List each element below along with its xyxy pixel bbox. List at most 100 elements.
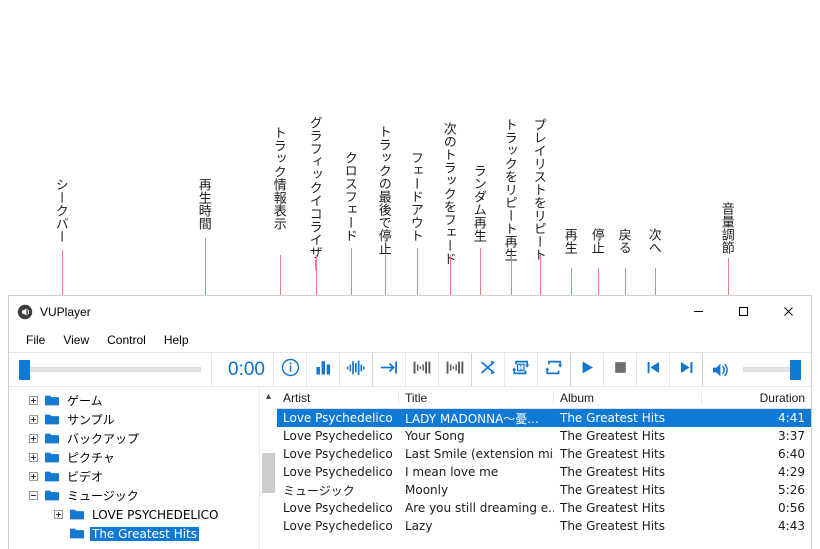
tree-item[interactable]: ピクチャ — [9, 448, 259, 467]
tree-item[interactable]: The Greatest Hits — [9, 524, 259, 543]
cell-artist: ミュージック — [283, 483, 355, 498]
stop-at-track-end-button[interactable] — [373, 353, 406, 386]
annotation-8: ランダム再生 — [470, 164, 486, 242]
stop-icon — [612, 359, 629, 381]
cell-title: Lazy — [405, 519, 433, 533]
scroll-up-arrow[interactable]: ▲ — [260, 389, 277, 403]
menu-help[interactable]: Help — [155, 330, 198, 350]
collapse-icon[interactable] — [29, 491, 38, 500]
crossfade-button[interactable] — [340, 353, 373, 386]
table-row[interactable]: Love Psychedelico I mean love me The Great… — [277, 463, 811, 481]
screenshot-root: シークバー 再生時間 トラック情報表示 グラフィックイコライザー クロスフェード トラック… — [0, 0, 820, 549]
equalizer-icon — [314, 358, 333, 382]
cell-duration: 4:43 — [778, 519, 805, 533]
annotation-leader-line — [450, 255, 451, 295]
annotation-15: 音量調節 — [718, 202, 734, 254]
tree-item[interactable]: LOVE PSYCHEDELICO — [9, 505, 259, 524]
close-button[interactable] — [766, 296, 811, 327]
cell-album: The Greatest Hits — [560, 483, 666, 497]
table-row[interactable]: Love Psychedelico Lazy The Greatest Hits 4:… — [277, 517, 811, 535]
column-header-duration[interactable]: Duration — [702, 391, 811, 405]
maximize-button[interactable] — [721, 296, 766, 327]
annotation-label: 再生時間 — [195, 178, 211, 230]
column-header-title[interactable]: Title — [399, 390, 554, 405]
vuplayer-window: VUPlayer File View Control Help 0:00 1 ゲ… — [8, 295, 812, 549]
tree-item[interactable]: サンプル — [9, 410, 259, 429]
stop-button[interactable] — [604, 353, 637, 386]
cell-album: The Greatest Hits — [560, 447, 666, 461]
tree-item[interactable]: ゲーム — [9, 391, 259, 410]
menu-control[interactable]: Control — [98, 330, 155, 350]
tree-item[interactable]: ビデオ — [9, 467, 259, 486]
table-row[interactable]: Love Psychedelico Your Song The Greatest H… — [277, 427, 811, 445]
column-header-album[interactable]: Album — [554, 390, 702, 405]
tree-item[interactable]: ミュージック — [9, 486, 259, 505]
cell-album: The Greatest Hits — [560, 429, 666, 443]
previous-icon — [645, 359, 662, 381]
menu-file[interactable]: File — [17, 330, 54, 350]
annotation-label: ランダム再生 — [470, 164, 486, 242]
next-button[interactable] — [670, 353, 703, 386]
repeat-playlist-button[interactable] — [538, 353, 571, 386]
column-header-artist[interactable]: Artist — [277, 390, 399, 405]
folder-tree[interactable]: ゲーム サンプル バックアップ ピクチャ ビデオ ミュージック LOVE PSYCHEDEL… — [9, 387, 259, 549]
table-row[interactable]: ミュージック Moonly The Greatest Hits 5:26 — [277, 481, 811, 499]
annotation-leader-line — [351, 248, 352, 295]
volume-slider-thumb[interactable] — [790, 359, 801, 380]
annotation-label: トラックの最後で停止 — [375, 125, 391, 255]
annotation-label: 音量調節 — [718, 202, 734, 254]
expand-icon[interactable] — [29, 472, 38, 481]
fade-out-icon — [412, 358, 432, 382]
folder-icon — [70, 509, 84, 520]
previous-button[interactable] — [637, 353, 670, 386]
play-icon — [579, 359, 596, 381]
expand-icon[interactable] — [54, 510, 63, 519]
fade-to-next-button[interactable] — [439, 353, 472, 386]
table-row[interactable]: Love Psychedelico LADY MADONNA〜憂... The Gr… — [277, 409, 811, 427]
fade-out-button[interactable] — [406, 353, 439, 386]
window-title: VUPlayer — [40, 304, 91, 319]
table-row[interactable]: Love Psychedelico Are you still dreaming … — [277, 499, 811, 517]
play-button[interactable] — [571, 353, 604, 386]
player-toolbar: 0:00 1 — [9, 352, 811, 387]
equalizer-button[interactable] — [307, 353, 340, 386]
cell-album: The Greatest Hits — [560, 501, 666, 515]
cell-title: Are you still dreaming e... — [405, 501, 554, 515]
annotation-leader-line — [571, 268, 572, 295]
expand-icon[interactable] — [29, 434, 38, 443]
shuffle-icon — [479, 358, 498, 382]
title-bar: VUPlayer — [9, 296, 811, 327]
seek-bar-track — [19, 367, 201, 372]
folder-icon — [45, 395, 59, 406]
annotation-leader-line — [417, 248, 418, 295]
cell-title: LADY MADONNA〜憂... — [405, 411, 539, 426]
folder-icon — [70, 528, 84, 539]
annotation-0: シークバー — [53, 178, 68, 243]
repeat-track-button[interactable]: 1 — [505, 353, 538, 386]
annotation-leader-line — [385, 255, 386, 295]
track-info-button[interactable] — [274, 353, 307, 386]
tree-item-label: LOVE PSYCHEDELICO — [92, 507, 219, 522]
info-circle-icon — [281, 358, 300, 382]
minimize-button[interactable] — [676, 296, 721, 327]
expand-icon[interactable] — [29, 396, 38, 405]
seek-bar[interactable] — [19, 359, 201, 380]
cell-title: Your Song — [405, 429, 465, 443]
annotation-label: トラック情報表示 — [270, 126, 286, 230]
annotation-label: 次へ — [645, 228, 661, 254]
volume-icon[interactable] — [711, 361, 731, 379]
shuffle-button[interactable] — [472, 353, 505, 386]
expand-icon[interactable] — [29, 415, 38, 424]
expand-icon[interactable] — [29, 453, 38, 462]
annotation-label: トラックをリピート再生 — [501, 118, 517, 261]
volume-cell — [703, 353, 811, 386]
menu-view[interactable]: View — [54, 330, 98, 350]
annotation-label: グラフィックイコライザー — [306, 116, 322, 272]
seek-bar-thumb[interactable] — [19, 359, 30, 380]
volume-slider[interactable] — [743, 359, 801, 380]
table-row[interactable]: Love Psychedelico Last Smile (extension m… — [277, 445, 811, 463]
waveform-icon — [346, 358, 366, 382]
tree-scrollbar[interactable]: ▲ — [259, 387, 277, 549]
scrollbar-thumb[interactable] — [262, 453, 275, 493]
tree-item[interactable]: バックアップ — [9, 429, 259, 448]
